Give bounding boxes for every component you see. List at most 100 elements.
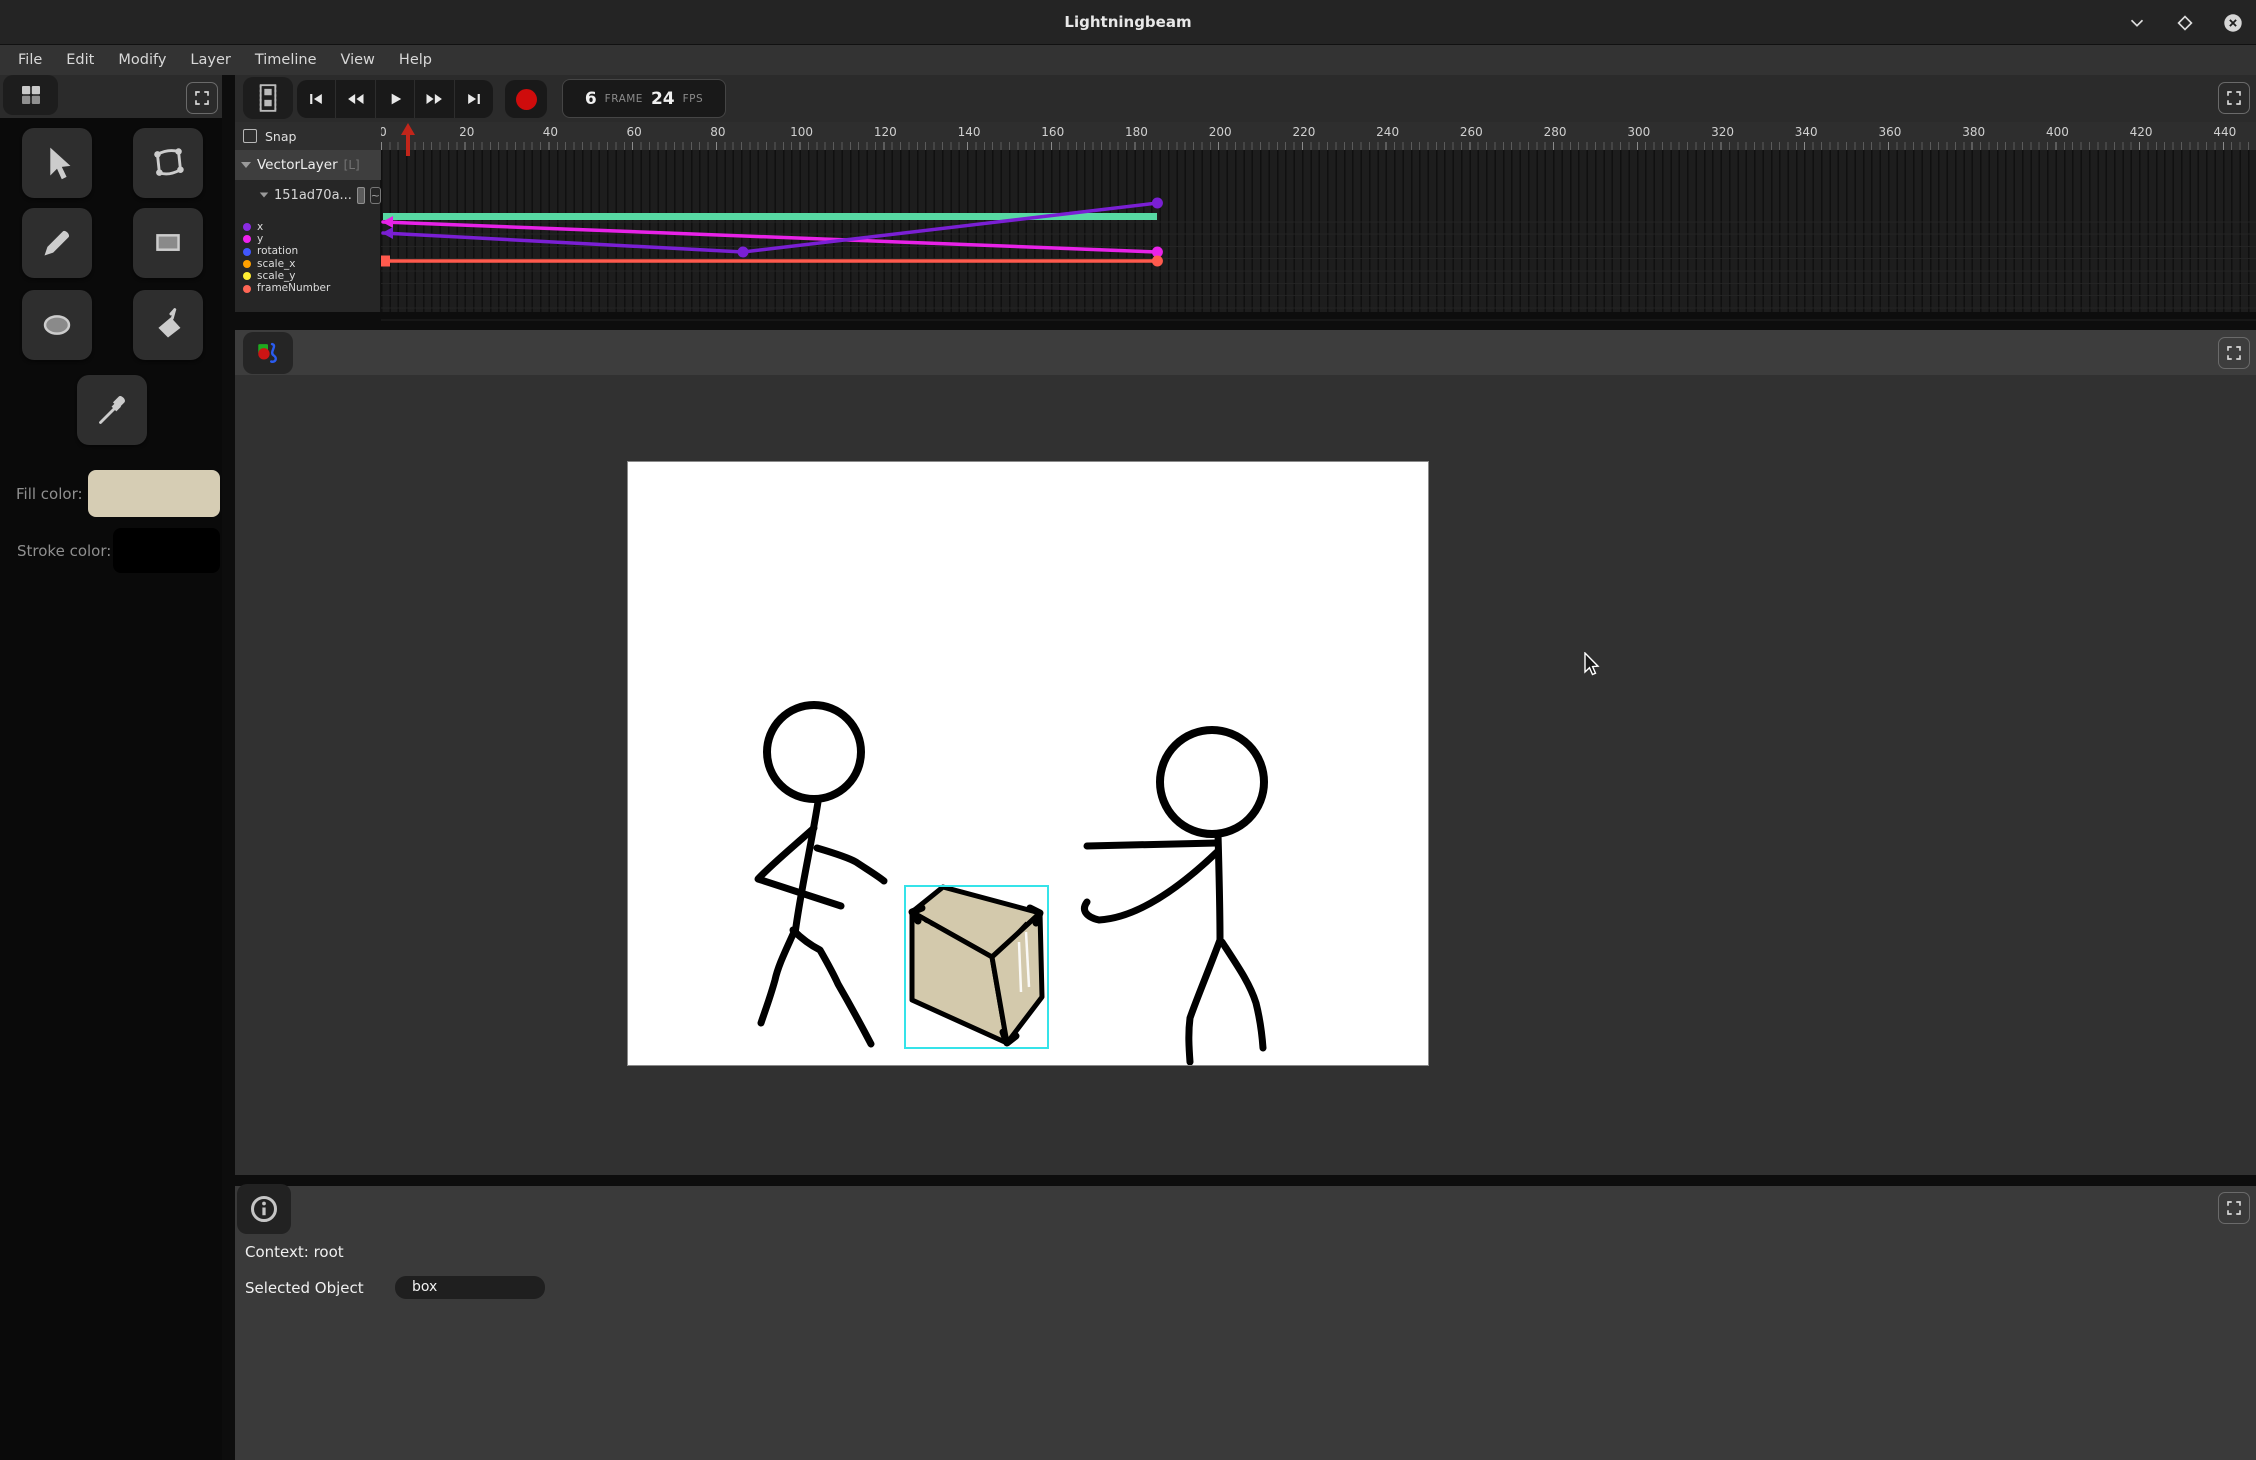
property-row-scale_y[interactable]: scale_y bbox=[235, 270, 381, 282]
snap-row: Snap bbox=[235, 122, 381, 150]
menu-timeline[interactable]: Timeline bbox=[243, 45, 329, 75]
selected-object-input[interactable]: box bbox=[395, 1276, 545, 1299]
expand-icon bbox=[2225, 89, 2243, 107]
eyedropper-tool-button[interactable] bbox=[77, 375, 147, 445]
canvas-panel bbox=[235, 330, 2256, 1175]
rectangle-tool-button[interactable] bbox=[133, 208, 203, 278]
property-row-scale_x[interactable]: scale_x bbox=[235, 258, 381, 270]
canvas-expand-button[interactable] bbox=[2218, 337, 2250, 369]
tools-panel-header bbox=[0, 75, 222, 118]
property-color-dot bbox=[243, 260, 251, 268]
property-color-dot bbox=[243, 285, 251, 293]
eyedropper-icon bbox=[89, 387, 135, 433]
app-window: { "window": { "title": "Lightningbeam" }… bbox=[0, 0, 2256, 1460]
layer-name: VectorLayer bbox=[257, 157, 338, 173]
property-color-dot bbox=[243, 223, 251, 231]
info-tab[interactable] bbox=[237, 1184, 291, 1234]
collapse-triangle-icon[interactable] bbox=[241, 162, 251, 168]
menu-layer[interactable]: Layer bbox=[178, 45, 242, 75]
animation-curves[interactable] bbox=[381, 122, 2256, 312]
keyframe-dot-x-86[interactable] bbox=[737, 247, 748, 258]
layer-row-vectorlayer[interactable]: VectorLayer [L] bbox=[235, 150, 381, 180]
title-bar: Lightningbeam bbox=[0, 0, 2256, 45]
minimize-icon[interactable] bbox=[2126, 12, 2148, 34]
fast-forward-button[interactable] bbox=[415, 80, 454, 118]
film-strip-icon bbox=[257, 84, 279, 112]
transform-icon bbox=[145, 140, 191, 186]
skip-to-end-icon bbox=[464, 89, 484, 109]
maximize-icon[interactable] bbox=[2174, 12, 2196, 34]
timeline-expand-button[interactable] bbox=[2218, 82, 2250, 114]
fps-unit-label: FPS bbox=[683, 93, 704, 105]
layer-badge: [L] bbox=[344, 158, 360, 172]
inspector-panel: Context: root Selected Object box bbox=[235, 1186, 2256, 1460]
fill-color-swatch[interactable] bbox=[88, 470, 220, 517]
fast-forward-icon bbox=[423, 89, 445, 109]
play-button[interactable] bbox=[376, 80, 415, 118]
tools-expand-button[interactable] bbox=[186, 82, 218, 114]
menu-help[interactable]: Help bbox=[387, 45, 444, 75]
curve-start-arrow bbox=[382, 227, 393, 239]
timeline-body: Snap VectorLayer [L] 151ad70a... ~ xyrot… bbox=[235, 122, 2256, 312]
property-row-y[interactable]: y bbox=[235, 233, 381, 245]
playback-controls bbox=[297, 80, 493, 118]
pencil-tool-button[interactable] bbox=[22, 208, 92, 278]
info-icon bbox=[249, 1194, 279, 1224]
transform-tool-button[interactable] bbox=[133, 128, 203, 198]
menu-bar: FileEditModifyLayerTimelineViewHelp bbox=[0, 45, 2256, 75]
snap-checkbox[interactable] bbox=[243, 129, 257, 143]
stage-tab[interactable] bbox=[243, 332, 293, 374]
ellipse-tool-button[interactable] bbox=[22, 290, 92, 360]
close-icon[interactable] bbox=[2222, 12, 2244, 34]
stage-artwork bbox=[628, 462, 1428, 1065]
select-tool-button[interactable] bbox=[22, 128, 92, 198]
inspector-expand-button[interactable] bbox=[2218, 1192, 2250, 1224]
expand-icon bbox=[193, 89, 211, 107]
ellipse-icon bbox=[34, 302, 80, 348]
timeline-tab[interactable] bbox=[243, 77, 293, 119]
playhead-marker[interactable] bbox=[400, 123, 416, 157]
canvas-panel-header bbox=[235, 330, 2256, 375]
menu-modify[interactable]: Modify bbox=[106, 45, 178, 75]
rewind-button[interactable] bbox=[336, 80, 375, 118]
tools-panel: Fill color: Stroke color: bbox=[0, 75, 222, 1460]
layer-visibility-toggle[interactable] bbox=[357, 187, 365, 204]
left-stick-figure[interactable] bbox=[758, 705, 884, 1044]
tools-tab[interactable] bbox=[3, 75, 58, 115]
tween-toggle-button[interactable]: ~ bbox=[370, 187, 381, 204]
stroke-color-swatch[interactable] bbox=[113, 528, 220, 573]
property-name: frameNumber bbox=[257, 283, 330, 294]
record-icon bbox=[516, 89, 537, 110]
curve-start-arrow bbox=[382, 216, 393, 228]
object-row-151ad70a[interactable]: 151ad70a... ~ bbox=[235, 180, 381, 210]
property-row-frameNumber[interactable]: frameNumber bbox=[235, 282, 381, 294]
drawing-stage[interactable] bbox=[628, 462, 1428, 1065]
right-stick-figure[interactable] bbox=[1084, 730, 1264, 1062]
menu-file[interactable]: File bbox=[6, 45, 54, 75]
context-text: Context: root bbox=[245, 1243, 344, 1261]
collapse-triangle-icon[interactable] bbox=[260, 192, 269, 197]
paint-bucket-tool-button[interactable] bbox=[133, 290, 203, 360]
play-icon bbox=[385, 89, 405, 109]
snap-label: Snap bbox=[265, 129, 296, 144]
timeline-panel: 6 FRAME 24 FPS Snap VectorLayer [L] 15 bbox=[235, 75, 2256, 312]
record-button[interactable] bbox=[505, 80, 547, 118]
object-name: 151ad70a... bbox=[274, 188, 352, 203]
box-artwork[interactable] bbox=[912, 887, 1042, 1043]
property-row-x[interactable]: x bbox=[235, 221, 381, 233]
menu-view[interactable]: View bbox=[329, 45, 387, 75]
property-name: scale_x bbox=[257, 259, 296, 270]
select-arrow-icon bbox=[34, 140, 80, 186]
curve-start-keyframe[interactable] bbox=[381, 256, 390, 267]
skip-to-start-icon bbox=[306, 89, 326, 109]
skip-to-end-button[interactable] bbox=[455, 80, 493, 118]
property-name: y bbox=[257, 234, 263, 245]
keyframe-dot-frameNumber-185[interactable] bbox=[1152, 256, 1163, 267]
frame-unit-label: FRAME bbox=[605, 93, 643, 105]
skip-to-start-button[interactable] bbox=[297, 80, 336, 118]
menu-edit[interactable]: Edit bbox=[54, 45, 106, 75]
fps-value: 24 bbox=[651, 89, 675, 109]
property-row-rotation[interactable]: rotation bbox=[235, 246, 381, 258]
keyframe-dot-x-185[interactable] bbox=[1152, 198, 1163, 209]
expand-icon bbox=[2225, 1199, 2243, 1217]
